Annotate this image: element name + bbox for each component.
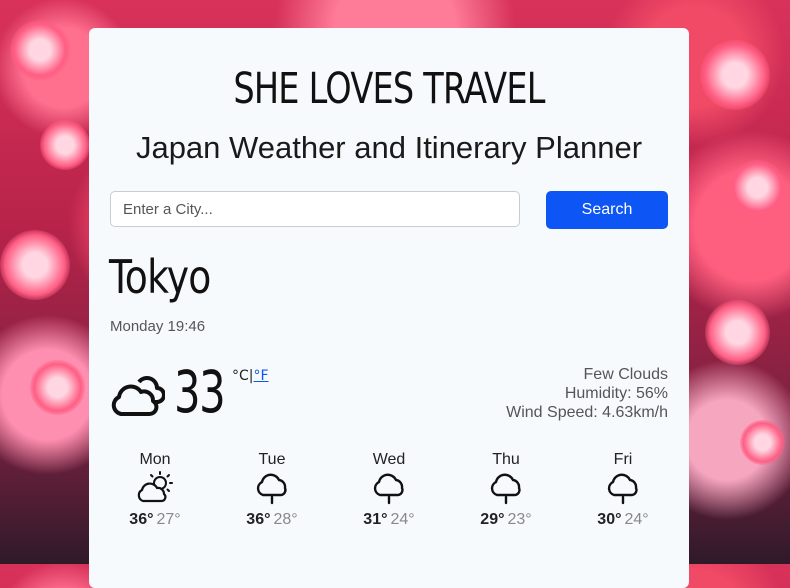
- forecast-day: Tue 36° 28°: [214, 451, 330, 529]
- forecast-row: Mon 36° 27° Tue 36° 28° Wed 31° 24° Thu …: [97, 451, 681, 529]
- rain-cloud-icon: [256, 473, 287, 505]
- weather-conditions: Few Clouds Humidity: 56% Wind Speed: 4.6…: [506, 365, 668, 422]
- rain-cloud-icon: [490, 473, 521, 505]
- fahrenheit-link[interactable]: °F: [254, 368, 269, 384]
- weather-card: SHE LOVES TRAVEL Japan Weather and Itine…: [89, 28, 689, 588]
- unit-toggle: °C|°F: [232, 368, 269, 384]
- forecast-day: Thu 29° 23°: [448, 451, 564, 529]
- forecast-day-name: Thu: [492, 451, 520, 468]
- forecast-low: 24°: [390, 511, 415, 528]
- forecast-day: Mon 36° 27°: [97, 451, 213, 529]
- celsius-unit: °C: [232, 368, 249, 384]
- forecast-low: 24°: [624, 511, 649, 528]
- forecast-temps: 30° 24°: [565, 511, 681, 529]
- weather-description: Few Clouds: [583, 366, 668, 383]
- sun-cloud-icon: [137, 471, 173, 503]
- forecast-low: 23°: [507, 511, 532, 528]
- forecast-day-name: Fri: [613, 451, 633, 468]
- humidity-value: Humidity: 56%: [564, 385, 668, 402]
- forecast-day: Wed 31° 24°: [331, 451, 447, 529]
- forecast-high: 36°: [129, 511, 154, 528]
- page-subtitle: Japan Weather and Itinerary Planner: [135, 130, 643, 165]
- wind-speed-value: Wind Speed: 4.63km/h: [506, 404, 668, 421]
- brand-title: SHE LOVES TRAVEL: [233, 64, 545, 114]
- cloudy-icon: [111, 376, 165, 416]
- forecast-day: Fri 30° 24°: [565, 451, 681, 529]
- forecast-temps: 31° 24°: [331, 511, 447, 529]
- search-button[interactable]: Search: [546, 191, 668, 229]
- city-search-input[interactable]: [110, 191, 520, 227]
- forecast-low: 28°: [273, 511, 298, 528]
- current-temperature: 33: [174, 358, 226, 426]
- forecast-day-name: Mon: [139, 451, 171, 468]
- current-datetime: Monday 19:46: [110, 318, 206, 335]
- rain-cloud-icon: [607, 473, 638, 505]
- forecast-high: 29°: [480, 511, 505, 528]
- forecast-temps: 36° 28°: [214, 511, 330, 529]
- forecast-high: 31°: [363, 511, 388, 528]
- forecast-day-name: Tue: [258, 451, 286, 468]
- rain-cloud-icon: [373, 473, 404, 505]
- forecast-low: 27°: [156, 511, 181, 528]
- forecast-high: 30°: [597, 511, 622, 528]
- city-name: Tokyo: [109, 250, 211, 304]
- forecast-temps: 36° 27°: [97, 511, 213, 529]
- forecast-high: 36°: [246, 511, 271, 528]
- forecast-temps: 29° 23°: [448, 511, 564, 529]
- forecast-day-name: Wed: [372, 451, 406, 468]
